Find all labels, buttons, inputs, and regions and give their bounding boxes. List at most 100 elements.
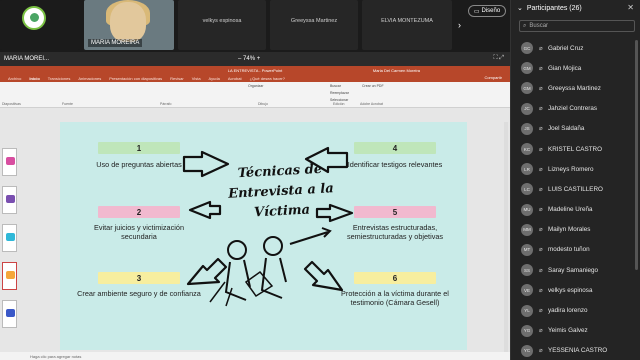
ppt-menu-presentacion[interactable]: Presentación con diapositivas	[109, 76, 162, 81]
technique-text-5: Entrevistas estructuradas, semiestructur…	[346, 223, 444, 242]
tile-name-label: ELVIA MONTEZUMA	[381, 18, 433, 24]
participant-row[interactable]: VE ⌀ velkys espinosa	[511, 280, 635, 300]
victim-illustration	[209, 227, 332, 307]
ribbon-create-pdf-button[interactable]: Crear un PDF	[362, 84, 384, 88]
technique-number-4: 4	[354, 142, 436, 154]
technique-text-1: Uso de preguntas abiertas	[96, 160, 182, 169]
participant-search-input[interactable]: ⌕ Buscar	[519, 20, 635, 32]
mic-muted-icon: ⌀	[539, 267, 543, 274]
chevron-down-icon[interactable]: ⌄	[517, 4, 523, 12]
participants-header[interactable]: ⌄ Participantes (26)	[517, 4, 582, 13]
participant-row[interactable]: MT ⌀ modesto tuñon	[511, 240, 635, 260]
video-tile-greeyssa[interactable]: Greeyssa Martinez	[270, 0, 358, 50]
participant-name: Joel Saldaña	[548, 125, 585, 133]
mic-muted-icon: ⌀	[539, 186, 543, 193]
ribbon-group-drawing: Dibujo	[258, 102, 268, 106]
ribbon-group-font: Fuente	[62, 102, 73, 106]
tile-name-label: velkys espinosa	[202, 18, 242, 24]
ppt-search-box[interactable]: ¿Qué desea hacer?	[250, 76, 285, 81]
close-icon[interactable]: ✕	[627, 3, 634, 12]
search-placeholder: Buscar	[529, 23, 549, 29]
search-icon: ⌕	[523, 22, 527, 29]
participant-row[interactable]: LC ⌀ LUIS CASTILLERO	[511, 179, 635, 199]
ppt-menu-archivo[interactable]: Archivo	[8, 76, 21, 81]
ppt-statusbar: Haga clic para agregar notas	[0, 352, 510, 360]
participant-row[interactable]: GM ⌀ Greeyssa Martinez	[511, 78, 635, 98]
ppt-menu-animaciones[interactable]: Animaciones	[78, 76, 101, 81]
zoom-level[interactable]: – 74% +	[238, 56, 260, 62]
slide-thumbnail-active[interactable]	[2, 262, 17, 290]
participant-row[interactable]: LR ⌀ Lizneys Romero	[511, 159, 635, 179]
ppt-menu-acrobat[interactable]: Acrobat	[228, 76, 242, 81]
ppt-ribbon: Diapositivas Fuente Párrafo Organizar Di…	[0, 82, 510, 108]
avatar: LR	[521, 163, 533, 176]
avatar: GM	[521, 82, 533, 95]
ppt-menu-transiciones[interactable]: Transiciones	[48, 76, 71, 81]
participant-row[interactable]: JS ⌀ Joel Saldaña	[511, 119, 635, 139]
avatar: SS	[521, 264, 533, 277]
design-button-label: Diseño	[481, 8, 501, 14]
avatar: YG	[521, 324, 533, 337]
participant-row[interactable]: GM ⌀ Gian Mojica	[511, 58, 635, 78]
mic-muted-icon: ⌀	[539, 106, 543, 113]
participant-name: Jahziel Contreras	[548, 105, 597, 113]
slide-thumbnail[interactable]	[2, 300, 17, 328]
ppt-doc-title: LA ENTREVISTA - PowerPoint	[227, 67, 283, 73]
avatar: YL	[521, 304, 533, 317]
mic-muted-icon: ⌀	[539, 207, 543, 214]
technique-text-2: Evitar juicios y victimización secundari…	[93, 223, 185, 242]
ppt-scrollbar[interactable]	[504, 122, 508, 352]
chevron-right-icon[interactable]: ›	[458, 20, 461, 30]
ribbon-group-paragraph: Párrafo	[160, 102, 172, 106]
ribbon-organize-button[interactable]: Organizar	[248, 84, 263, 88]
participant-row[interactable]: YG ⌀ Yeimis Galvez	[511, 321, 635, 341]
meeting-app: MARIA MOREIRA velkys espinosa Greeyssa M…	[0, 0, 640, 360]
arrow-left-mid	[188, 200, 222, 220]
screen-share-controls[interactable]: ⛶ ⤢	[493, 55, 504, 62]
ppt-menu-inicio[interactable]: Inicio	[29, 76, 39, 81]
tile-name-label: Greeyssa Martinez	[290, 18, 338, 24]
slide-thumbnail[interactable]	[2, 186, 17, 214]
design-button[interactable]: ▭ Diseño	[468, 5, 506, 17]
ribbon-replace-button[interactable]: Reemplazar	[330, 91, 349, 95]
ppt-share-button[interactable]: Compartir	[484, 75, 502, 80]
ppt-titlebar: LA ENTREVISTA - PowerPoint Maria Del Car…	[0, 66, 510, 74]
ribbon-group-editing: Edición	[333, 102, 345, 106]
slide-thumbnail[interactable]	[2, 148, 17, 176]
ribbon-find-button[interactable]: Buscar	[330, 84, 341, 88]
participant-row[interactable]: SS ⌀ Saray Samaniego	[511, 260, 635, 280]
presenter-name: MARIA MOREI...	[4, 56, 50, 62]
participant-row[interactable]: MM ⌀ Mailyn Morales	[511, 220, 635, 240]
participant-row[interactable]: JC ⌀ Jahziel Contreras	[511, 99, 635, 119]
zoom-value: 74%	[243, 56, 256, 62]
slide-thumbnail[interactable]	[2, 224, 17, 252]
avatar: MU	[521, 203, 533, 216]
video-tile-elvia[interactable]: ELVIA MONTEZUMA	[362, 0, 452, 50]
mic-muted-icon: ⌀	[539, 65, 543, 72]
participant-row[interactable]: YC ⌀ YESSENIA CASTRO	[511, 341, 635, 360]
participant-name: Lizneys Romero	[548, 165, 594, 173]
video-tile-maria[interactable]: MARIA MOREIRA	[84, 0, 174, 50]
ribbon-group-acrobat: Adobe Acrobat	[360, 102, 383, 106]
technique-number-2: 2	[98, 206, 180, 218]
mic-muted-icon: ⌀	[539, 85, 543, 92]
participant-row[interactable]: YL ⌀ yadira lorenzo	[511, 300, 635, 320]
ppt-menu-vista[interactable]: Vista	[192, 76, 201, 81]
notes-placeholder[interactable]: Haga clic para agregar notas	[30, 354, 81, 359]
avatar: GC	[521, 42, 533, 55]
participant-row[interactable]: MU ⌀ Madeline Ureña	[511, 200, 635, 220]
video-tile-velkys[interactable]: velkys espinosa	[178, 0, 266, 50]
mic-muted-icon: ⌀	[539, 227, 543, 234]
ppt-menu-ayuda[interactable]: Ayuda	[209, 76, 220, 81]
ppt-menu-revisar[interactable]: Revisar	[170, 76, 184, 81]
mic-muted-icon: ⌀	[539, 45, 543, 52]
participant-row[interactable]: GC ⌀ Gabriel Cruz	[511, 38, 635, 58]
participant-name: LUIS CASTILLERO	[548, 185, 603, 193]
slide-title: Técnicas de Entrevista a la Víctima	[227, 161, 335, 221]
presenter-bar: MARIA MOREI... – 74% + ⛶ ⤢	[0, 52, 510, 66]
participant-row[interactable]: KC ⌀ KRISTEL CASTRO	[511, 139, 635, 159]
ribbon-group-slides: Diapositivas	[2, 102, 21, 106]
self-video-tile[interactable]	[0, 0, 80, 50]
participant-list-scrollbar[interactable]	[635, 40, 638, 270]
mic-muted-icon: ⌀	[539, 308, 543, 315]
